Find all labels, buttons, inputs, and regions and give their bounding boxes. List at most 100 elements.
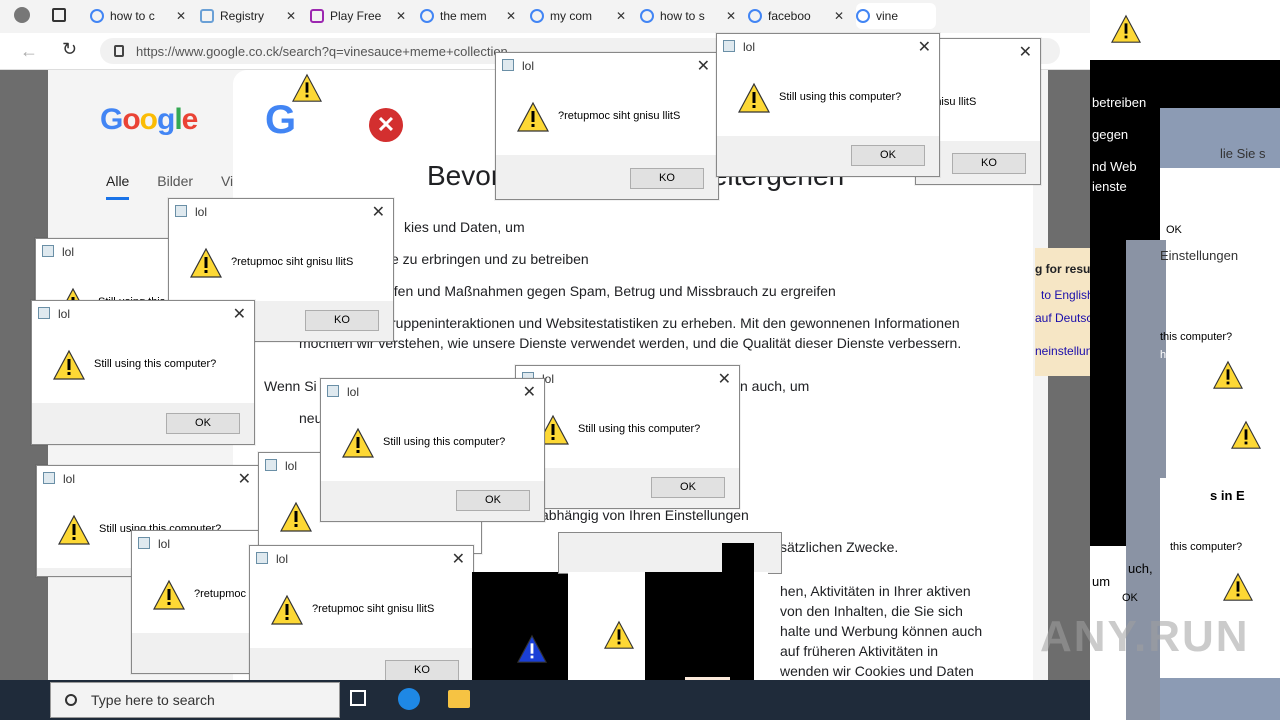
close-icon[interactable]: ✕ xyxy=(233,304,246,324)
message-dialog: lol ✕ Still using this computer? OK xyxy=(320,378,545,522)
glitch-text: nd Web xyxy=(1092,159,1137,174)
glitch-text: this computer? xyxy=(1170,541,1243,553)
glitch-text: um xyxy=(1092,574,1111,589)
app-icon xyxy=(265,459,277,471)
tab-label: how to s xyxy=(660,9,705,23)
consent-line: ufen und Maßnahmen gegen Spam, Betrug un… xyxy=(386,283,836,299)
browser-tab[interactable]: faceboo ✕ xyxy=(748,3,848,29)
browser-tab-bar: how to c ✕ Registry ✕ Play Free ✕ the me… xyxy=(0,0,1090,34)
dialog-message: ?retupmoc siht gnisu llitS xyxy=(231,256,354,268)
lock-icon xyxy=(114,45,124,57)
dialog-message: ?retupmoc siht gnisu llitS xyxy=(312,603,435,615)
glitch-text: ienste xyxy=(1092,179,1127,194)
tab-label: Play Free xyxy=(330,9,382,23)
close-icon[interactable]: ✕ xyxy=(718,369,731,389)
consent-line: möchten wir verstehen, wie unsere Dienst… xyxy=(299,335,962,351)
app-icon xyxy=(502,59,514,71)
browser-tab[interactable]: Play Free ✕ xyxy=(310,3,410,29)
dialog-titlebar: lol ✕ xyxy=(496,53,718,79)
glitch-text: uch, xyxy=(1128,561,1153,576)
tab-label: vine xyxy=(876,9,899,23)
dialog-button[interactable]: KO xyxy=(952,153,1026,174)
message-dialog: lol ✕ Still using this computer? OK xyxy=(31,300,255,445)
edge-icon[interactable] xyxy=(398,688,420,710)
dialog-title: lol xyxy=(276,552,289,566)
anyrun-watermark: ANY.RUN xyxy=(1040,612,1250,661)
warning-icon xyxy=(270,594,304,625)
browser-tab[interactable]: how to c ✕ xyxy=(90,3,190,29)
message-dialog: lol ✕ ?retupmoc siht gnisu llitS KO xyxy=(495,52,719,200)
close-tab-icon[interactable]: ✕ xyxy=(286,9,300,23)
close-icon[interactable]: ✕ xyxy=(918,37,931,57)
close-tab-icon[interactable]: ✕ xyxy=(616,9,630,23)
close-icon[interactable]: ✕ xyxy=(238,469,251,489)
registry-favicon-icon xyxy=(200,9,214,23)
close-icon[interactable]: ✕ xyxy=(1019,42,1032,62)
close-icon[interactable]: ✕ xyxy=(697,56,710,76)
dialog-body: ?retupmoc siht gnisu llitS xyxy=(169,225,393,301)
close-icon[interactable]: ✕ xyxy=(452,549,465,569)
close-tab-icon[interactable]: ✕ xyxy=(726,9,740,23)
message-dialog: lol ✕ Still using this computer? OK xyxy=(515,365,740,509)
warning-icon xyxy=(341,427,375,458)
app-icon xyxy=(38,307,50,319)
warning-icon xyxy=(152,579,186,610)
close-icon[interactable]: ✕ xyxy=(372,202,385,222)
google-g-logo: G xyxy=(265,98,297,142)
task-view-icon[interactable] xyxy=(350,690,366,706)
close-icon[interactable]: ✕ xyxy=(523,382,536,402)
dialog-titlebar: lol ✕ xyxy=(37,466,259,492)
dialog-body: Still using this computer? xyxy=(516,392,739,468)
dialog-button[interactable]: KO xyxy=(385,660,459,681)
taskbar-search[interactable]: Type here to search xyxy=(50,682,340,718)
consent-line: halte und Werbung können auch xyxy=(780,623,983,639)
dialog-button[interactable]: KO xyxy=(630,168,704,189)
close-tab-icon[interactable]: ✕ xyxy=(834,9,848,23)
dialog-button[interactable]: OK xyxy=(851,145,925,166)
dialog-titlebar: lol xyxy=(36,239,176,265)
butterfly-favicon-icon xyxy=(310,9,324,23)
dialog-button[interactable]: KO xyxy=(305,310,379,331)
url-text: https://www.google.co.ck/search?q=vinesa… xyxy=(136,43,508,59)
tab-bilder[interactable]: Bilder xyxy=(157,173,193,189)
message-dialog: lol ✕ Still using this computer? OK xyxy=(716,33,940,177)
browser-tab[interactable]: my com ✕ xyxy=(530,3,630,29)
dialog-title: lol xyxy=(522,59,535,73)
browser-tab[interactable]: Registry ✕ xyxy=(200,3,300,29)
glitch-text: OK xyxy=(1122,592,1138,604)
close-tab-icon[interactable]: ✕ xyxy=(396,9,410,23)
dialog-message: Still using this computer? xyxy=(578,423,701,435)
warning-icon xyxy=(737,82,771,113)
glitch-text: how to xyxy=(1170,559,1203,571)
glitch-text: betreiben xyxy=(1092,95,1147,110)
tab-label: Registry xyxy=(220,9,265,23)
glitch-text: OK xyxy=(1166,224,1182,236)
close-tab-icon[interactable]: ✕ xyxy=(176,9,190,23)
tab-label: the mem xyxy=(440,9,487,23)
dialog-button[interactable]: OK xyxy=(456,490,530,511)
reload-icon[interactable]: ↻ xyxy=(62,39,77,60)
back-icon[interactable]: ← xyxy=(20,41,38,62)
consent-line: neu xyxy=(299,410,323,426)
close-tab-icon[interactable]: ✕ xyxy=(506,9,520,23)
warning-icon xyxy=(1222,572,1254,601)
profile-icon[interactable] xyxy=(14,7,30,23)
glitch-text: Einstellungen xyxy=(1160,248,1239,263)
browser-tab[interactable]: the mem ✕ xyxy=(420,3,520,29)
browser-tab-active[interactable]: vine xyxy=(856,3,936,29)
dialog-message: Still using this computer? xyxy=(383,436,506,448)
warning-icon xyxy=(52,349,86,380)
consent-line: ruppeninteraktionen und Websitestatistik… xyxy=(391,315,960,331)
dialog-button[interactable]: OK xyxy=(651,477,725,498)
dialog-button[interactable]: OK xyxy=(166,413,240,434)
dialog-body: Still using this computer? xyxy=(321,405,544,481)
tab-overview-icon[interactable] xyxy=(52,8,66,22)
warning-icon xyxy=(291,73,323,102)
dialog-title: lol xyxy=(158,537,171,551)
file-explorer-icon[interactable] xyxy=(448,690,470,708)
tab-alle[interactable]: Alle xyxy=(106,173,130,200)
browser-tab[interactable]: how to s ✕ xyxy=(640,3,740,29)
warning-icon xyxy=(57,514,91,545)
side-link[interactable]: to English xyxy=(1041,288,1094,302)
warning-icon xyxy=(279,501,313,532)
